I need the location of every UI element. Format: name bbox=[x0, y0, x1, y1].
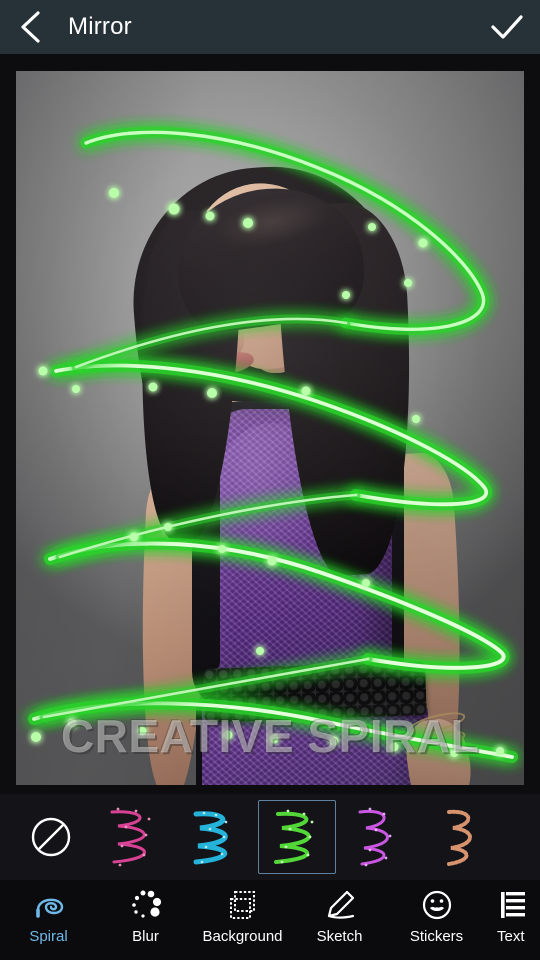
spiral-thumb bbox=[193, 811, 228, 865]
apply-button[interactable] bbox=[474, 0, 540, 54]
back-button[interactable] bbox=[0, 0, 62, 54]
effect-thumb-spiral-pink[interactable] bbox=[94, 800, 172, 874]
nav-item-background[interactable]: Background bbox=[194, 888, 291, 944]
nav-label-sketch: Sketch bbox=[316, 928, 363, 945]
effect-thumb-spiral-violet[interactable] bbox=[340, 800, 418, 874]
nav-label-stickers: Stickers bbox=[409, 928, 464, 945]
photo-vignette bbox=[16, 71, 524, 785]
spiral-thumb bbox=[110, 807, 151, 867]
chevron-left-icon bbox=[21, 11, 40, 43]
effect-thumb-spiral-cyan[interactable] bbox=[176, 800, 254, 874]
nav-item-text[interactable]: Text bbox=[485, 888, 537, 944]
nav-item-sketch[interactable]: Sketch bbox=[291, 888, 388, 944]
editor-canvas-area[interactable]: CREATIVE SPIRAL bbox=[0, 54, 540, 794]
text-lines-icon bbox=[493, 888, 537, 922]
nav-item-spiral[interactable]: Spiral bbox=[0, 888, 97, 944]
sticker-face-icon bbox=[421, 888, 453, 922]
blur-dots-icon bbox=[130, 888, 162, 922]
spiral-thumb bbox=[447, 809, 472, 866]
bottom-tool-nav[interactable]: Spiral Blur Background Sketch Stickers T… bbox=[0, 880, 540, 960]
spiral-thumb bbox=[358, 807, 392, 867]
nav-item-stickers[interactable]: Stickers bbox=[388, 888, 485, 944]
app-root: Mirror CREATIVE SPIRAL Spiral Blur Backg… bbox=[0, 0, 540, 960]
spiral-icon bbox=[33, 888, 65, 922]
pencil-icon bbox=[324, 888, 356, 922]
photo-preview[interactable]: CREATIVE SPIRAL bbox=[16, 71, 524, 785]
nav-item-blur[interactable]: Blur bbox=[97, 888, 194, 944]
nav-label-blur: Blur bbox=[132, 928, 159, 945]
effect-thumb-spiral-green[interactable] bbox=[258, 800, 336, 874]
app-header: Mirror bbox=[0, 0, 540, 54]
nav-label-background: Background bbox=[202, 928, 283, 945]
circle-slash-icon bbox=[31, 817, 71, 857]
effect-thumb-none[interactable] bbox=[12, 800, 90, 874]
effect-thumb-spiral-orange[interactable] bbox=[422, 800, 500, 874]
nav-label-spiral: Spiral bbox=[29, 928, 68, 945]
layers-icon bbox=[227, 888, 259, 922]
check-icon bbox=[491, 15, 523, 39]
page-title: Mirror bbox=[68, 13, 132, 40]
spiral-thumb bbox=[274, 809, 314, 864]
nav-label-text: Text bbox=[497, 928, 525, 944]
effect-thumbnail-strip[interactable] bbox=[0, 794, 540, 880]
watermark-text: CREATIVE SPIRAL bbox=[60, 710, 480, 762]
